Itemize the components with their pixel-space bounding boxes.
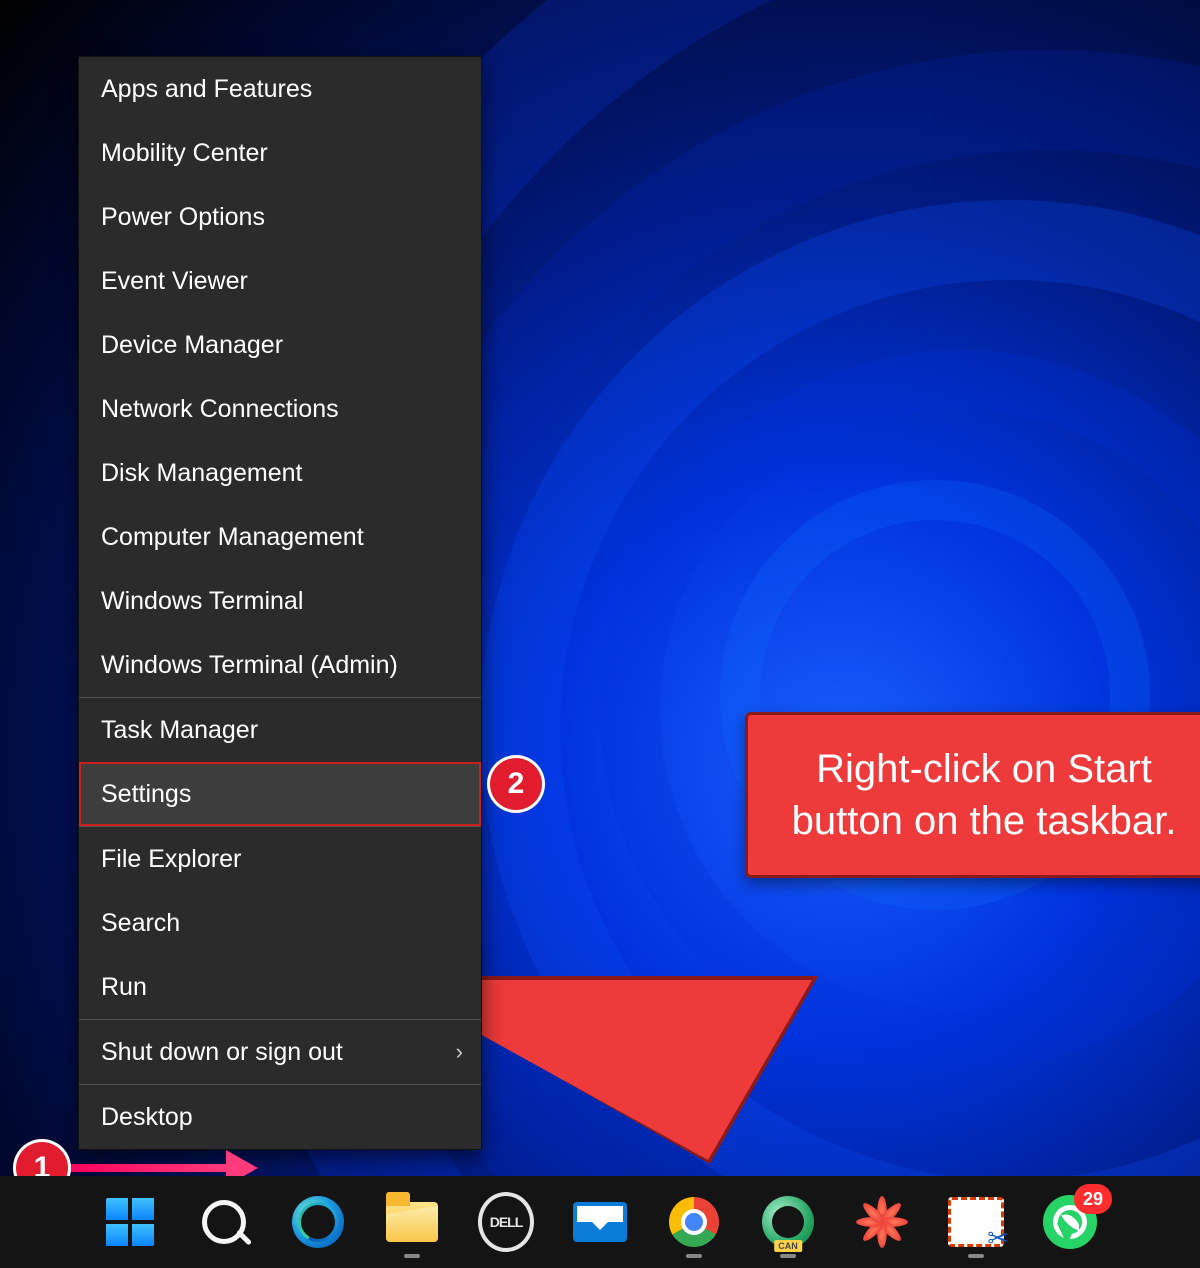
menu-item-run[interactable]: Run — [79, 955, 481, 1019]
taskbar-edge[interactable] — [290, 1194, 346, 1250]
taskbar-search-button[interactable] — [196, 1194, 252, 1250]
menu-item-search[interactable]: Search — [79, 891, 481, 955]
edge-canary-icon: CAN — [762, 1196, 814, 1248]
windows-start-icon — [106, 1198, 154, 1246]
running-indicator — [780, 1254, 796, 1258]
menu-item-label: Computer Management — [101, 523, 364, 551]
taskbar-huawei[interactable] — [854, 1194, 910, 1250]
menu-item-label: Network Connections — [101, 395, 339, 423]
notification-badge: 29 — [1074, 1184, 1112, 1214]
instruction-callout: Right-click on Start button on the taskb… — [745, 712, 1200, 878]
menu-item-disk-management[interactable]: Disk Management — [79, 441, 481, 505]
chevron-right-icon: › — [456, 1020, 463, 1084]
snipping-tool-icon — [948, 1197, 1004, 1247]
edge-icon — [292, 1196, 344, 1248]
running-indicator — [968, 1254, 984, 1258]
start-context-menu: Apps and Features Mobility Center Power Op… — [78, 56, 482, 1150]
taskbar-chrome[interactable] — [666, 1194, 722, 1250]
menu-item-label: Run — [101, 973, 147, 1001]
menu-item-label: Windows Terminal — [101, 587, 303, 615]
search-icon — [202, 1200, 246, 1244]
menu-item-label: Settings — [101, 780, 191, 808]
menu-item-desktop[interactable]: Desktop — [79, 1085, 481, 1149]
canary-tag: CAN — [774, 1240, 802, 1252]
taskbar: DELL CAN 29 — [0, 1176, 1200, 1268]
dell-icon: DELL — [478, 1192, 534, 1252]
taskbar-edge-canary[interactable]: CAN — [760, 1194, 816, 1250]
menu-item-label: Event Viewer — [101, 267, 248, 295]
menu-item-label: Disk Management — [101, 459, 302, 487]
menu-item-label: Apps and Features — [101, 75, 312, 103]
taskbar-dell[interactable]: DELL — [478, 1194, 534, 1250]
taskbar-mail[interactable] — [572, 1194, 628, 1250]
menu-item-windows-terminal-admin-[interactable]: Windows Terminal (Admin) — [79, 633, 481, 697]
menu-item-mobility-center[interactable]: Mobility Center — [79, 121, 481, 185]
menu-item-event-viewer[interactable]: Event Viewer — [79, 249, 481, 313]
menu-item-label: File Explorer — [101, 845, 241, 873]
taskbar-snipping-tool[interactable] — [948, 1194, 1004, 1250]
menu-item-settings[interactable]: Settings — [79, 762, 481, 826]
taskbar-file-explorer[interactable] — [384, 1194, 440, 1250]
menu-item-file-explorer[interactable]: File Explorer — [79, 827, 481, 891]
menu-item-label: Device Manager — [101, 331, 283, 359]
annotation-arrow-1 — [60, 1164, 230, 1172]
menu-item-computer-management[interactable]: Computer Management — [79, 505, 481, 569]
menu-item-network-connections[interactable]: Network Connections — [79, 377, 481, 441]
menu-item-label: Windows Terminal (Admin) — [101, 651, 398, 679]
menu-item-windows-terminal[interactable]: Windows Terminal — [79, 569, 481, 633]
taskbar-start-button[interactable] — [102, 1194, 158, 1250]
menu-item-power-options[interactable]: Power Options — [79, 185, 481, 249]
menu-item-label: Mobility Center — [101, 139, 268, 167]
running-indicator — [404, 1254, 420, 1258]
menu-item-device-manager[interactable]: Device Manager — [79, 313, 481, 377]
taskbar-whatsapp[interactable]: 29 — [1042, 1194, 1098, 1250]
menu-item-label: Power Options — [101, 203, 265, 231]
menu-item-shut-down-or-sign-out[interactable]: Shut down or sign out › — [79, 1020, 481, 1084]
running-indicator — [686, 1254, 702, 1258]
menu-item-task-manager[interactable]: Task Manager — [79, 698, 481, 762]
folder-icon — [386, 1202, 438, 1242]
huawei-icon — [857, 1197, 907, 1247]
menu-item-label: Task Manager — [101, 716, 258, 744]
desktop-wallpaper: Apps and Features Mobility Center Power Op… — [0, 0, 1200, 1268]
menu-item-apps-and-features[interactable]: Apps and Features — [79, 57, 481, 121]
mail-icon — [573, 1202, 627, 1242]
menu-item-label: Shut down or sign out — [101, 1038, 343, 1066]
menu-item-label: Desktop — [101, 1103, 193, 1131]
chrome-icon — [669, 1197, 719, 1247]
annotation-step-2: 2 — [490, 758, 542, 810]
menu-item-label: Search — [101, 909, 180, 937]
